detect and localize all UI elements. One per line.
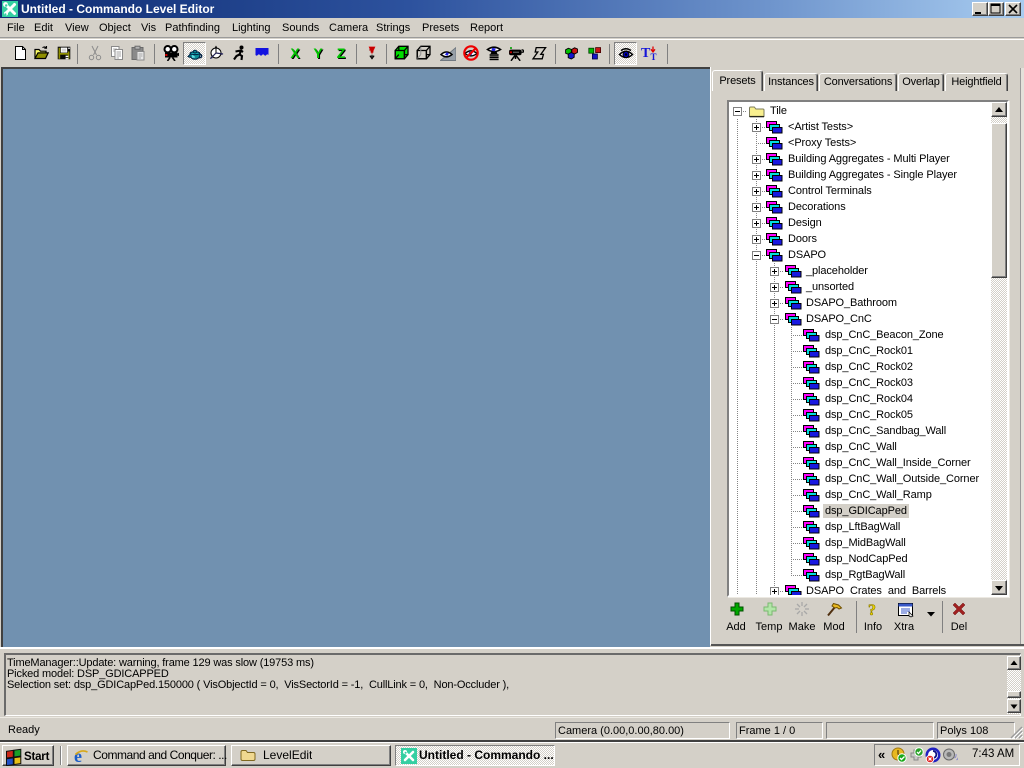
svg-text:T: T	[641, 46, 651, 61]
svg-text:T: T	[651, 52, 657, 61]
svg-text:?: ?	[868, 602, 876, 618]
svg-text:Y: Y	[313, 45, 323, 61]
svg-text:X: X	[290, 45, 300, 61]
svg-text:Z: Z	[337, 45, 346, 61]
